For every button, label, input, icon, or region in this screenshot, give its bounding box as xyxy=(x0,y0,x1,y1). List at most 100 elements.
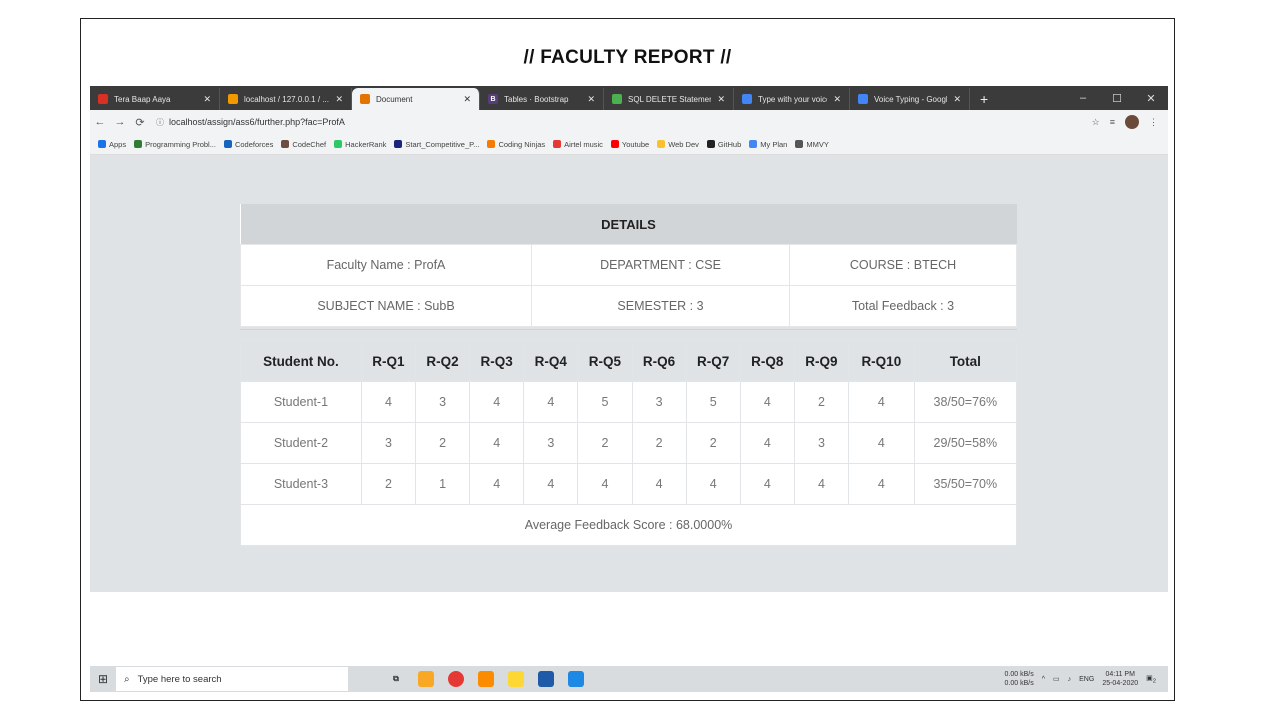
tab-close-icon[interactable]: ✕ xyxy=(717,94,725,105)
vscode-icon[interactable] xyxy=(568,671,584,687)
bookmark-icon xyxy=(749,140,758,148)
rating-cell: 4 xyxy=(523,463,579,505)
clock-time: 04:11 PM xyxy=(1105,671,1135,678)
reading-list-icon[interactable]: ≡ xyxy=(1110,117,1115,127)
minimize-button[interactable]: – xyxy=(1066,92,1100,104)
forward-arrow-icon[interactable]: → xyxy=(110,116,130,128)
notification-icon[interactable]: ▣2 xyxy=(1146,674,1156,684)
new-tab-button[interactable]: + xyxy=(970,88,998,110)
total-cell: 38/50=76% xyxy=(913,381,1018,423)
bookmark-item[interactable]: Apps xyxy=(98,140,126,149)
bookmark-icon xyxy=(610,140,619,148)
file-explorer-icon[interactable] xyxy=(418,671,434,687)
tab-close-icon[interactable]: ✕ xyxy=(203,94,211,105)
tab-close-icon[interactable]: ✕ xyxy=(463,94,471,105)
bookmark-label: Start_Competitive_P... xyxy=(405,139,480,149)
tab[interactable]: B Tables · Bootstrap ✕ xyxy=(480,88,604,110)
tab[interactable]: Type with your voice ✕ xyxy=(734,88,850,110)
tab-close-icon[interactable]: ✕ xyxy=(587,94,595,105)
semester: SEMESTER : 3 xyxy=(531,285,790,327)
bookmark-item[interactable]: Programming Probl... xyxy=(134,140,216,149)
rating-cell: 4 xyxy=(739,463,795,505)
battery-icon[interactable]: ▭ xyxy=(1053,675,1060,683)
task-view-icon[interactable]: ⧉ xyxy=(388,671,404,687)
rating-cell: 4 xyxy=(739,381,795,423)
rating-cell: 3 xyxy=(631,381,687,423)
bookmark-item[interactable]: Start_Competitive_P... xyxy=(394,140,479,149)
details-table: DETAILS Faculty Name : ProfA DEPARTMENT … xyxy=(240,204,1017,327)
clock[interactable]: 04:11 PM 25-04-2020 xyxy=(1102,670,1138,688)
clock-date: 25-04-2020 xyxy=(1102,680,1139,687)
page-blank-area xyxy=(90,592,1168,666)
bookmark-item[interactable]: Airtel music xyxy=(553,140,603,149)
bookmark-item[interactable]: HackerRank xyxy=(334,140,386,149)
tab[interactable]: SQL DELETE Statement ✕ xyxy=(604,88,734,110)
avatar[interactable] xyxy=(1125,115,1139,129)
back-arrow-icon[interactable]: ← xyxy=(90,116,110,128)
rating-cell: 4 xyxy=(739,422,795,464)
rating-cell: 4 xyxy=(848,463,915,505)
address-bar: ← → ⟳ ⓘ localhost/assign/ass6/further.ph… xyxy=(90,110,1168,134)
star-icon[interactable]: ☆ xyxy=(1092,117,1100,128)
column-header: Total xyxy=(913,340,1018,382)
url-field[interactable]: ⓘ localhost/assign/ass6/further.php?fac=… xyxy=(156,117,345,128)
bookmark-item[interactable]: GitHub xyxy=(706,139,742,149)
column-header: R-Q2 xyxy=(414,340,471,382)
close-window-button[interactable]: ✕ xyxy=(1134,92,1168,105)
tab-close-icon[interactable]: ✕ xyxy=(335,94,343,105)
feedback-report-table: Student No. R-Q1 R-Q2 R-Q3 R-Q4 R-Q5 R-Q6 R-Q7 R… xyxy=(240,340,1018,546)
bookmark-label: Coding Ninjas xyxy=(498,139,546,149)
tab[interactable]: Tera Baap Aaya ✕ xyxy=(90,88,220,110)
average-feedback-score: Average Feedback Score : 68.0000% xyxy=(240,504,1017,546)
tab-favicon-icon xyxy=(612,94,622,104)
info-icon[interactable]: ⓘ xyxy=(156,117,164,128)
bookmark-item[interactable]: CodeChef xyxy=(281,140,326,149)
bookmark-item[interactable]: Web Dev xyxy=(657,140,699,149)
notepad-plus-icon[interactable] xyxy=(508,671,524,687)
rating-cell: 4 xyxy=(793,463,850,505)
reload-icon[interactable]: ⟳ xyxy=(130,116,150,129)
column-header: R-Q6 xyxy=(631,340,687,382)
word-icon[interactable] xyxy=(538,671,554,687)
rating-cell: 3 xyxy=(793,422,850,464)
chevron-up-icon[interactable]: ^ xyxy=(1042,676,1045,683)
bookmark-item[interactable]: Codeforces xyxy=(223,140,273,149)
bookmark-item[interactable]: Coding Ninjas xyxy=(487,140,545,149)
tab-close-icon[interactable]: ✕ xyxy=(953,94,961,105)
student-cell: Student-2 xyxy=(240,422,362,464)
taskbar-search[interactable]: ⌕ Type here to search xyxy=(116,667,348,691)
rating-cell: 5 xyxy=(577,381,633,423)
tab[interactable]: Voice Typing - Google ✕ xyxy=(850,88,970,110)
slide-title: // FACULTY REPORT // xyxy=(523,47,732,68)
rating-cell: 4 xyxy=(360,381,417,423)
chrome-icon[interactable] xyxy=(448,671,464,687)
tab[interactable]: Document ✕ xyxy=(352,88,480,110)
bookmark-item[interactable]: MMVY xyxy=(795,140,829,149)
browser-window: Tera Baap Aaya ✕ localhost / 127.0.0.1 / .… xyxy=(90,86,1168,692)
column-header: R-Q9 xyxy=(793,340,850,382)
bookmark-item[interactable]: Youtube xyxy=(610,140,649,149)
rating-cell: 4 xyxy=(577,463,633,505)
bookmark-icon xyxy=(223,140,232,148)
tab-close-icon[interactable]: ✕ xyxy=(833,94,841,105)
xampp-icon[interactable] xyxy=(478,671,494,687)
bookmark-icon xyxy=(487,140,496,148)
bookmark-label: Web Dev xyxy=(668,139,699,149)
subject-name: SUBJECT NAME : SubB xyxy=(240,285,532,327)
tab[interactable]: localhost / 127.0.0.1 / ... ✕ xyxy=(220,88,352,110)
volume-icon[interactable]: ♪ xyxy=(1068,676,1072,683)
menu-icon[interactable]: ⋮ xyxy=(1149,117,1158,128)
tab-favicon-icon xyxy=(228,94,238,104)
bookmark-label: My Plan xyxy=(760,139,788,149)
bookmark-item[interactable]: My Plan xyxy=(749,140,787,149)
column-header: R-Q3 xyxy=(469,340,525,382)
bookmark-label: GitHub xyxy=(717,139,742,149)
bookmark-icon xyxy=(98,140,106,148)
language-indicator[interactable]: ENG xyxy=(1079,676,1094,683)
maximize-button[interactable]: ☐ xyxy=(1100,92,1134,105)
search-icon: ⌕ xyxy=(124,673,130,685)
details-header: DETAILS xyxy=(240,204,1017,245)
windows-start-icon[interactable]: ⊞ xyxy=(90,672,116,686)
rating-cell: 4 xyxy=(469,422,525,464)
notification-count: 2 xyxy=(1152,678,1156,685)
